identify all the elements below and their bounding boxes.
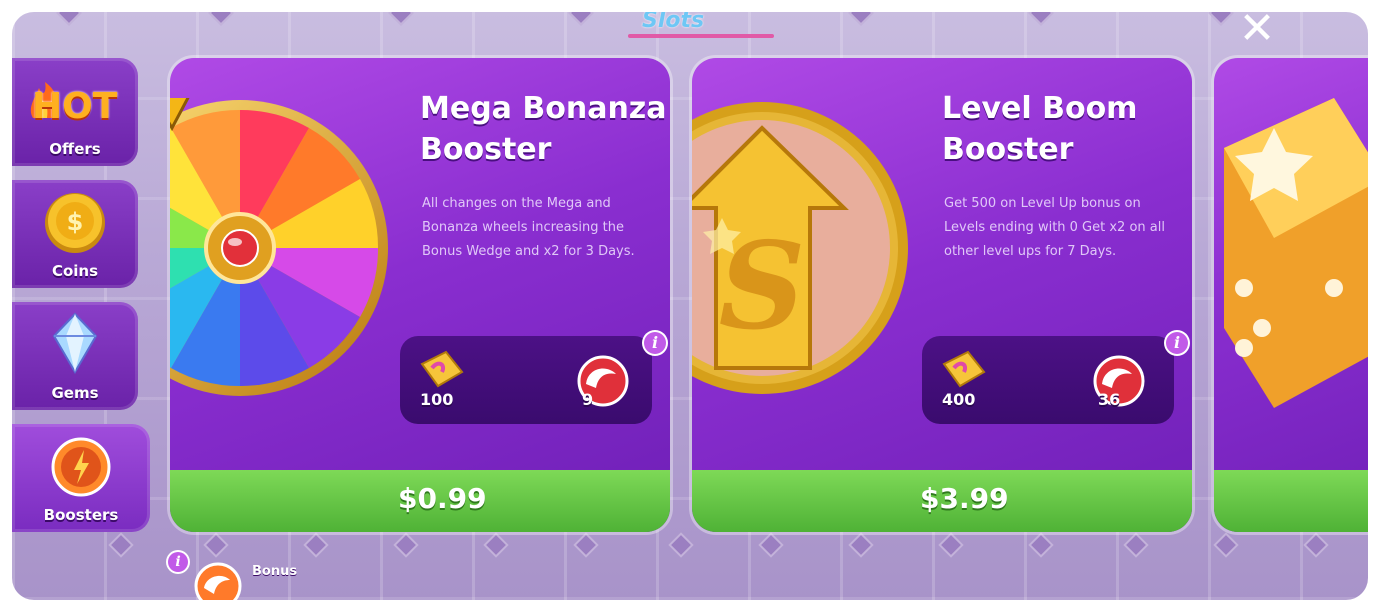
price-label: $0.99	[398, 482, 487, 515]
offer-title-line2: Booster	[420, 132, 552, 167]
footer-info-button[interactable]: i	[168, 552, 188, 572]
game-shop-window: Slots ✕ HOT Offers $ Coins Gems Boosters…	[12, 12, 1368, 600]
offer-title: Level Boom Booster	[942, 88, 1137, 170]
offer-title-line2: Booster	[942, 132, 1074, 167]
sidebar-item-label: Offers	[49, 140, 101, 158]
sidebar-item-label: Coins	[51, 262, 99, 280]
logo-text: Slots	[642, 12, 705, 33]
sidebar-item-gems[interactable]: Gems	[12, 302, 138, 410]
ticket-icon	[940, 350, 988, 394]
offer-card-mega-bonanza[interactable]: Mega Bonanza Booster All changes on the …	[170, 58, 670, 532]
rewards-panel: 100 9	[400, 336, 652, 424]
reward-ticket-count: 400	[942, 390, 976, 409]
sidebar-item-boosters[interactable]: Boosters	[12, 424, 150, 532]
buy-button[interactable]	[1214, 470, 1368, 532]
sidebar-item-offers[interactable]: HOT Offers	[12, 58, 138, 166]
offer-description: All changes on the Mega and Bonanza whee…	[422, 196, 635, 259]
reward-spins-count: 36	[1098, 390, 1121, 409]
booster-icon	[50, 436, 112, 502]
info-button[interactable]: i	[644, 332, 666, 354]
offer-title-line1: Level Boom	[942, 91, 1138, 126]
buy-button[interactable]: $0.99	[170, 470, 670, 532]
offer-description: Get 500 on Level Up bonus on Levels endi…	[944, 196, 1165, 259]
sidebar-item-label: Boosters	[43, 506, 119, 524]
offer-title-line1: Mega Bonanza	[420, 91, 667, 126]
dice-image	[1214, 88, 1368, 412]
coin-arrow-image: S	[692, 98, 922, 408]
buy-button[interactable]: $3.99	[692, 470, 1192, 532]
svg-text:$: $	[67, 208, 84, 236]
bonus-label: Bonus	[252, 564, 298, 579]
offer-title: Mega Bonanza Booster	[420, 88, 667, 170]
price-label: $3.99	[920, 482, 1009, 515]
offer-card-level-boom[interactable]: S Level Boom Booster Get 500 on Level Up…	[692, 58, 1192, 532]
hot-badge: HOT	[32, 86, 118, 127]
bottom-border-decoration	[12, 532, 1368, 558]
close-icon: ✕	[1238, 12, 1276, 54]
info-button[interactable]: i	[1166, 332, 1188, 354]
sidebar-item-label: Gems	[51, 384, 99, 402]
close-button[interactable]: ✕	[1236, 12, 1278, 51]
prize-wheel-image	[170, 92, 400, 408]
sidebar-item-coins[interactable]: $ Coins	[12, 180, 138, 288]
bonus-icon	[192, 560, 244, 600]
rewards-panel: 400 36	[922, 336, 1174, 424]
gem-icon	[50, 312, 100, 378]
reward-ticket-count: 100	[420, 390, 454, 409]
coin-icon: $	[42, 190, 108, 260]
game-logo: Slots	[624, 12, 784, 40]
offer-card-dice[interactable]	[1214, 58, 1368, 532]
reward-spins-count: 9	[582, 390, 594, 409]
ticket-icon	[418, 350, 466, 394]
